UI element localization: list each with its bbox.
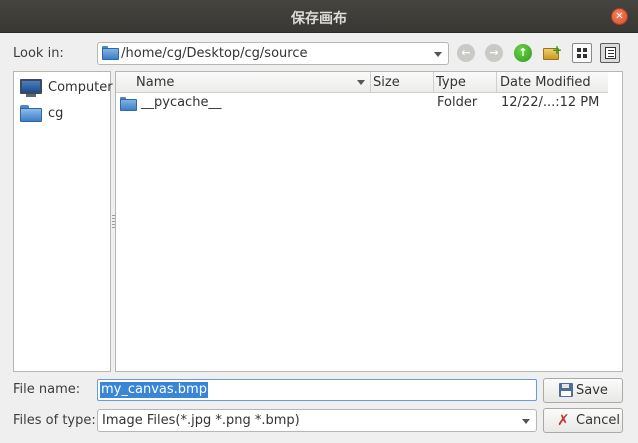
column-label: Type	[436, 75, 466, 90]
up-arrow-icon: ↑	[518, 46, 528, 59]
window-title: 保存画布	[291, 11, 347, 27]
new-folder-button[interactable]: +	[542, 43, 563, 62]
icon-view-button[interactable]	[572, 43, 592, 63]
file-name-value: my_canvas.bmp	[100, 382, 208, 398]
file-name-input[interactable]: my_canvas.bmp	[97, 379, 537, 401]
file-type-combo[interactable]: Image Files(*.jpg *.png *.bmp)	[97, 409, 537, 432]
plus-icon: +	[552, 43, 563, 57]
cancel-button[interactable]: ✗ Cancel	[543, 408, 623, 433]
sidebar-item-computer[interactable]: Computer	[18, 76, 113, 100]
file-type: Folder	[437, 95, 478, 110]
column-label: Size	[373, 75, 400, 90]
current-path: /home/cg/Desktop/cg/source	[121, 46, 308, 61]
grid-view-icon	[577, 48, 587, 58]
back-button[interactable]: ←	[457, 44, 475, 62]
close-button[interactable]: ✕	[611, 8, 628, 25]
sidebar-item-cg[interactable]: cg	[18, 102, 108, 126]
column-header-name[interactable]: Name	[116, 72, 371, 93]
save-button-label: Save	[576, 383, 608, 398]
sidebar-item-label: cg	[48, 106, 64, 121]
places-sidebar: Computer cg	[13, 71, 113, 372]
column-header-size[interactable]: Size	[371, 72, 434, 93]
computer-icon-base	[26, 94, 36, 97]
column-header-date-modified[interactable]: Date Modified	[497, 72, 608, 93]
computer-icon	[20, 79, 42, 94]
detail-view-button[interactable]	[600, 43, 620, 63]
file-type-value: Image Files(*.jpg *.png *.bmp)	[102, 413, 300, 428]
column-label: Date Modified	[500, 75, 591, 90]
file-list-header: Name Size Type Date Modified	[116, 72, 608, 93]
chevron-down-icon	[434, 52, 442, 57]
column-header-type[interactable]: Type	[434, 72, 497, 93]
file-name-label: File name:	[13, 382, 81, 397]
look-in-combo[interactable]: /home/cg/Desktop/cg/source	[97, 42, 449, 65]
cancel-x-icon: ✗	[557, 411, 570, 429]
file-date: 12/22/...:12 PM	[501, 95, 600, 110]
title-bar: 保存画布 ✕	[0, 0, 638, 33]
folder-icon	[120, 97, 137, 111]
floppy-disk-icon	[559, 383, 573, 397]
table-row[interactable]: __pycache__ Folder 12/22/...:12 PM	[116, 93, 608, 113]
save-button[interactable]: Save	[543, 378, 623, 403]
forward-button[interactable]: →	[485, 44, 503, 62]
cancel-button-label: Cancel	[576, 413, 621, 428]
list-view-icon	[605, 47, 616, 59]
file-list: Name Size Type Date Modified __pycache__…	[115, 71, 623, 372]
file-name: __pycache__	[141, 95, 222, 110]
sidebar-item-label: Computer	[48, 80, 113, 95]
look-in-label: Look in:	[13, 46, 64, 61]
forward-arrow-icon: →	[489, 46, 499, 59]
files-of-type-label: Files of type:	[13, 413, 96, 428]
back-arrow-icon: ←	[461, 46, 471, 59]
folder-icon	[102, 46, 119, 60]
parent-directory-button[interactable]: ↑	[514, 44, 532, 62]
folder-icon	[20, 105, 42, 122]
column-label: Name	[136, 75, 175, 90]
chevron-down-icon	[522, 419, 530, 424]
sort-arrow-icon	[357, 80, 365, 85]
